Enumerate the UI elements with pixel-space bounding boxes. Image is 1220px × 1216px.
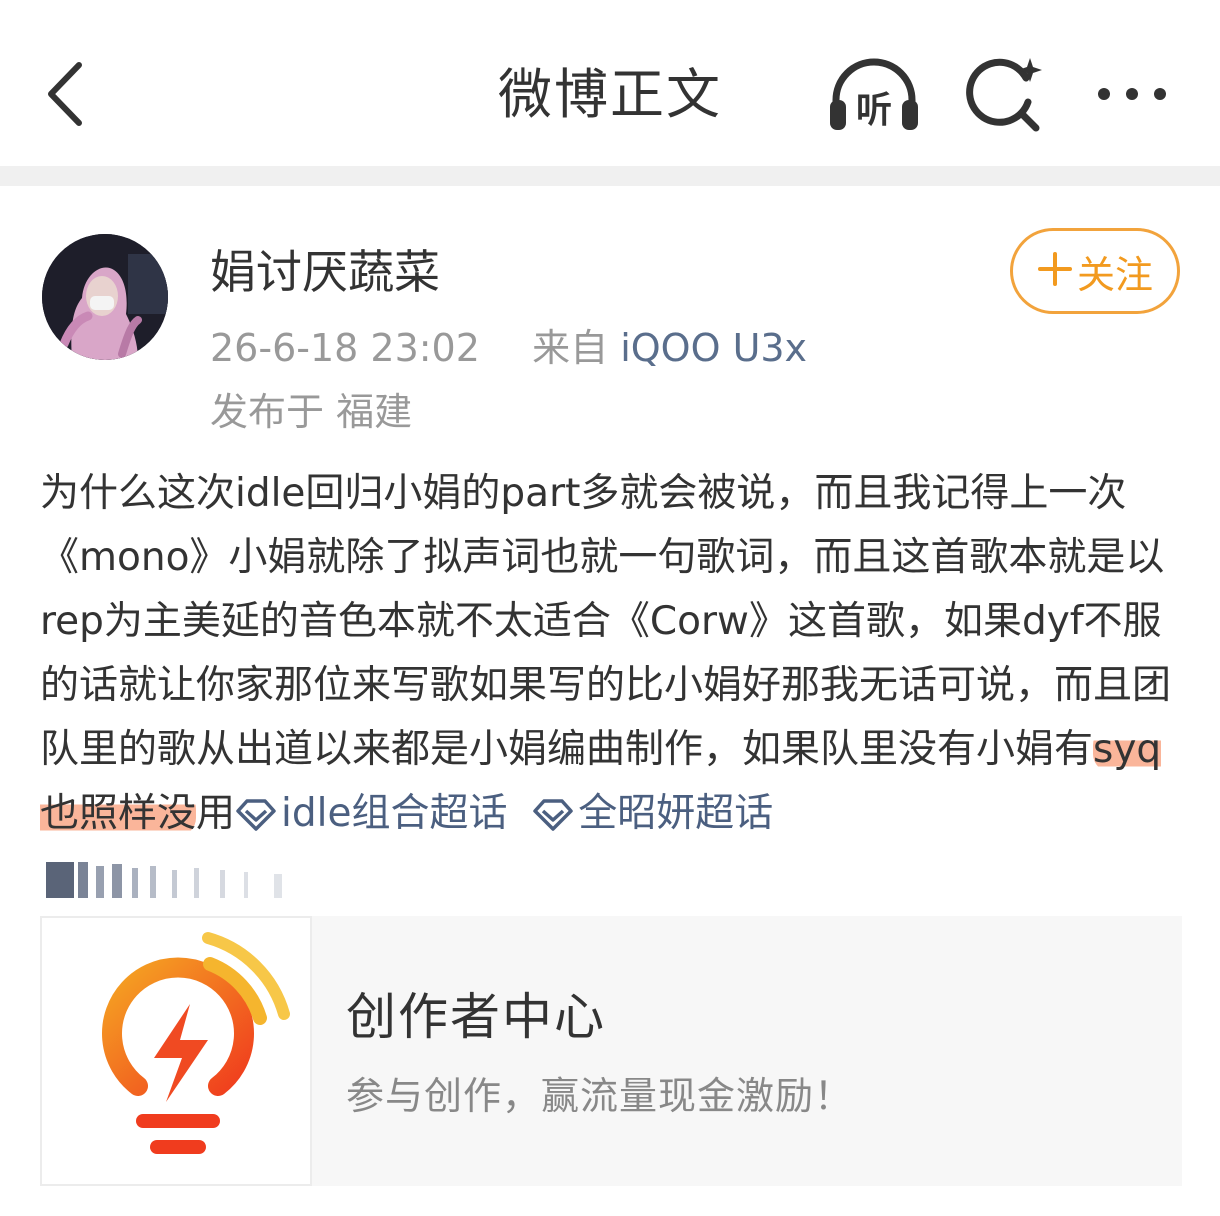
super-topic-gem-icon bbox=[532, 788, 574, 852]
source-prefix: 来自 bbox=[532, 326, 609, 370]
card-title: 创作者中心 bbox=[346, 988, 606, 1046]
more-button[interactable] bbox=[1090, 70, 1174, 118]
super-topic-gem-icon bbox=[235, 788, 277, 852]
topic-link-soyeon[interactable]: 全昭妍超话 bbox=[532, 791, 773, 836]
search-sparkle-icon bbox=[966, 58, 1042, 132]
post-meta: 26-6-18 23:02 来自 iQOO U3x bbox=[210, 322, 807, 374]
headphones-icon: 听 bbox=[830, 58, 918, 131]
search-button[interactable] bbox=[964, 54, 1048, 138]
lightning-bulb-icon bbox=[102, 932, 290, 1154]
listen-label: 听 bbox=[856, 90, 892, 131]
section-divider bbox=[0, 166, 1220, 186]
plus-icon bbox=[1037, 248, 1073, 294]
post-location: 发布于 福建 bbox=[210, 390, 413, 434]
topic-label: 全昭妍超话 bbox=[578, 791, 774, 836]
follow-label: 关注 bbox=[1076, 252, 1153, 297]
top-nav-bar: 微博正文 听 bbox=[0, 0, 1220, 166]
post-text-tail: 用 bbox=[196, 791, 236, 836]
image-loading-placeholder bbox=[44, 860, 304, 900]
author-name[interactable]: 娟讨厌蔬菜 bbox=[210, 242, 440, 302]
follow-button[interactable]: 关注 bbox=[1010, 228, 1180, 314]
topic-label: idle组合超话 bbox=[281, 791, 508, 836]
user-avatar[interactable] bbox=[42, 234, 168, 360]
topic-link-idle[interactable]: idle组合超话 bbox=[235, 791, 507, 836]
post-text: 为什么这次idle回归小娟的part多就会被说，而且我记得上一次《mono》小娟… bbox=[40, 462, 1190, 852]
listen-button[interactable]: 听 bbox=[826, 56, 922, 136]
card-subtitle: 参与创作，赢流量现金激励！ bbox=[346, 1074, 854, 1118]
post-text-main: 为什么这次idle回归小娟的part多就会被说，而且我记得上一次《mono》小娟… bbox=[40, 471, 1172, 772]
source-device[interactable]: iQOO U3x bbox=[620, 326, 807, 370]
creator-center-card[interactable]: 创作者中心 参与创作，赢流量现金激励！ bbox=[40, 916, 1182, 1186]
more-dots-icon bbox=[1098, 88, 1166, 100]
avatar-photo bbox=[42, 234, 168, 360]
post-timestamp: 26-6-18 23:02 bbox=[210, 326, 480, 370]
card-thumbnail bbox=[40, 916, 312, 1186]
